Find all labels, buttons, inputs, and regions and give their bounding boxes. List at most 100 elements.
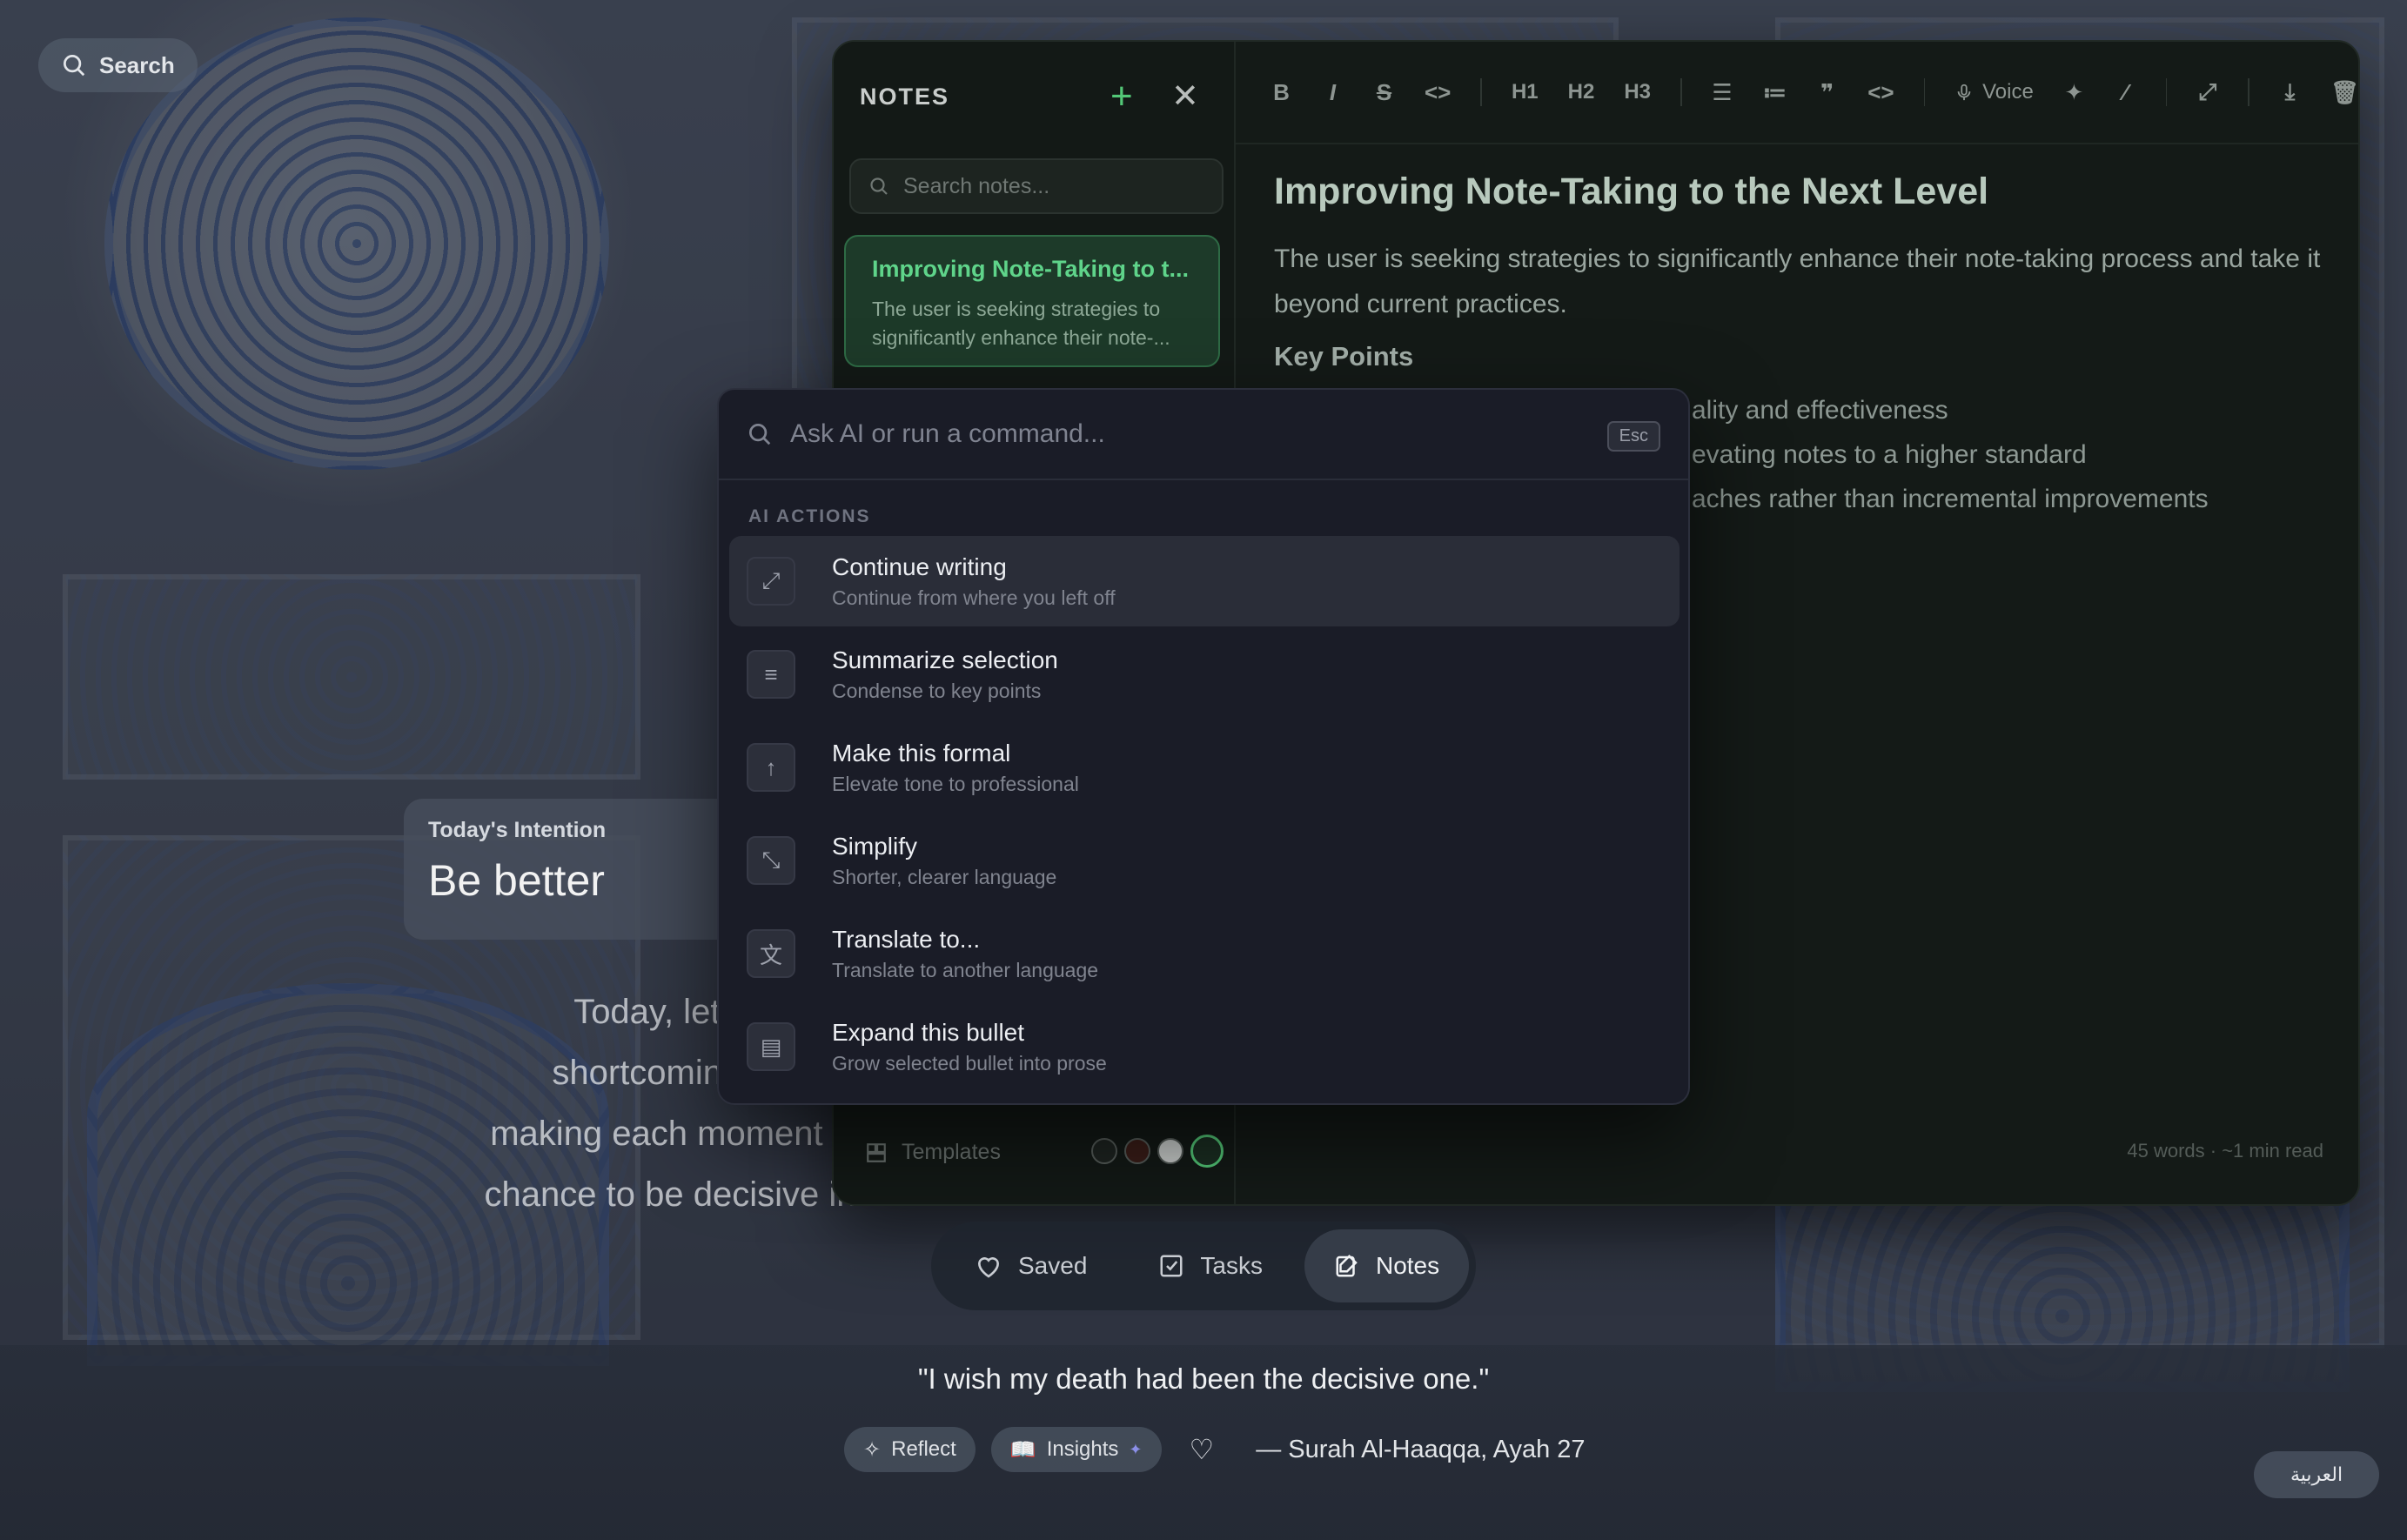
magic-wand-icon[interactable]: ⁄ xyxy=(2115,79,2136,106)
toolbar-divider xyxy=(1480,78,1482,106)
toolbar-divider xyxy=(2248,78,2249,106)
bottom-tab-bar: Saved Tasks Notes xyxy=(931,1222,1476,1310)
action-summarize-selection[interactable]: ≡ Summarize selection Condense to key po… xyxy=(729,629,1680,720)
code-block-icon[interactable]: <> xyxy=(1867,79,1894,106)
action-make-formal[interactable]: ↑ Make this formal Elevate tone to profe… xyxy=(729,722,1680,813)
reflect-button[interactable]: ✧ Reflect xyxy=(844,1427,976,1472)
toolbar-divider xyxy=(2165,78,2168,106)
heading3-button[interactable]: H3 xyxy=(1624,80,1651,104)
command-input[interactable]: Ask AI or run a command... xyxy=(719,390,1688,480)
expand-arrows-icon: ⤢ xyxy=(747,557,795,606)
word-count: 45 words · ~1 min read xyxy=(2127,1140,2323,1162)
command-placeholder: Ask AI or run a command... xyxy=(790,419,1105,448)
note-color-picker xyxy=(1091,1135,1224,1168)
tab-label: Tasks xyxy=(1200,1252,1263,1279)
language-toggle-button[interactable]: العربية xyxy=(2254,1451,2379,1498)
action-subtitle: Continue from where you left off xyxy=(832,586,1116,609)
document-icon: ▤ xyxy=(747,1022,795,1071)
download-icon[interactable]: ⤓ xyxy=(2279,78,2301,106)
action-subtitle: Translate to another language xyxy=(832,958,1099,981)
ai-actions-heading: AI ACTIONS xyxy=(748,506,871,526)
voice-label: Voice xyxy=(1982,80,2034,104)
heart-icon: ♡ xyxy=(1189,1434,1215,1465)
notes-edit-icon xyxy=(1336,1254,1358,1277)
note-bullet-text: ality and effectiveness xyxy=(1692,396,1948,425)
arrow-up-icon: ↑ xyxy=(747,743,795,792)
action-title: Translate to... xyxy=(832,925,981,953)
heading2-button[interactable]: H2 xyxy=(1568,80,1595,104)
action-subtitle: Grow selected bullet into prose xyxy=(832,1051,1107,1075)
notes-sidebar-title: NOTES xyxy=(860,84,950,110)
note-subheading[interactable]: Key Points xyxy=(1274,341,1413,372)
heart-icon xyxy=(977,1257,1000,1278)
templates-icon xyxy=(867,1142,886,1162)
tab-tasks[interactable]: Tasks xyxy=(1129,1229,1292,1302)
tab-saved[interactable]: Saved xyxy=(945,1229,1116,1302)
insights-label: Insights xyxy=(1046,1437,1119,1461)
color-dot[interactable] xyxy=(1091,1138,1117,1164)
templates-button[interactable]: Templates xyxy=(865,1140,1001,1165)
action-title: Simplify xyxy=(832,832,918,860)
action-continue-writing[interactable]: ⤢ Continue writing Continue from where y… xyxy=(729,536,1680,626)
new-note-button[interactable]: + xyxy=(1110,75,1133,118)
trash-icon[interactable]: 🗑 xyxy=(2330,79,2358,106)
strikethrough-button[interactable]: S xyxy=(1373,79,1395,106)
inline-code-button[interactable]: <> xyxy=(1425,79,1451,106)
note-bullet-text: aches rather than incremental improvemen… xyxy=(1692,485,2209,513)
favorite-verse-button[interactable]: ♡ xyxy=(1177,1433,1227,1466)
quote-icon[interactable]: ❞ xyxy=(1816,79,1838,106)
verse-reference: — Surah Al-Haaqqa, Ayah 27 xyxy=(1256,1435,1586,1463)
action-title: Continue writing xyxy=(832,552,1007,580)
note-list-item[interactable]: Improving Note-Taking to t... The user i… xyxy=(844,235,1220,367)
checkbox-icon xyxy=(1160,1255,1183,1277)
note-title: Improving Note-Taking to t... xyxy=(872,256,1189,282)
color-dot-selected[interactable] xyxy=(1190,1135,1224,1168)
note-snippet: The user is seeking strategies to signif… xyxy=(872,298,1170,349)
action-title: Expand this bullet xyxy=(832,1018,1025,1046)
ai-actions-list: ⤢ Continue writing Continue from where y… xyxy=(729,536,1680,1095)
heading1-button[interactable]: H1 xyxy=(1512,80,1539,104)
action-subtitle: Elevate tone to professional xyxy=(832,772,1079,795)
toolbar-divider xyxy=(1923,78,1926,106)
color-dot[interactable] xyxy=(1124,1138,1150,1164)
italic-button[interactable]: I xyxy=(1322,79,1344,106)
notes-search-placeholder: Search notes... xyxy=(903,173,1050,198)
voice-button[interactable]: Voice xyxy=(1954,80,2034,104)
search-button[interactable]: Search xyxy=(38,38,198,92)
search-icon xyxy=(64,55,85,77)
microphone-icon xyxy=(1957,84,1971,101)
bullet-list-icon[interactable]: ☰ xyxy=(1712,79,1733,106)
action-subtitle: Condense to key points xyxy=(832,679,1042,702)
collapse-arrows-icon: ⤡ xyxy=(747,836,795,885)
search-icon xyxy=(749,424,771,445)
lines-icon: ≡ xyxy=(747,650,795,699)
esc-key-badge[interactable]: Esc xyxy=(1606,421,1660,452)
note-paragraph[interactable]: The user is seeking strategies to signif… xyxy=(1274,237,2344,327)
search-label: Search xyxy=(99,51,175,78)
note-title-heading[interactable]: Improving Note-Taking to the Next Level xyxy=(1274,171,1988,213)
note-bullet-text: evating notes to a higher standard xyxy=(1692,440,2087,469)
editor-toolbar: B I S <> H1 H2 H3 ☰ ≔ ❞ <> Voice ✦ ⁄ ⤢ ⤓… xyxy=(1236,42,2358,144)
close-notes-button[interactable]: ✕ xyxy=(1171,77,1199,116)
action-simplify[interactable]: ⤡ Simplify Shorter, clearer language xyxy=(729,815,1680,906)
numbered-list-icon[interactable]: ≔ xyxy=(1763,79,1787,106)
command-palette: Ask AI or run a command... Esc AI ACTION… xyxy=(717,388,1690,1105)
sparkle-icon[interactable]: ✦ xyxy=(2063,79,2085,106)
intention-label: Today's Intention xyxy=(428,818,607,842)
color-dot[interactable] xyxy=(1157,1138,1183,1164)
action-expand-bullet[interactable]: ▤ Expand this bullet Grow selected bulle… xyxy=(729,1001,1680,1092)
intention-card[interactable]: Today's Intention Be better xyxy=(404,799,752,940)
templates-label: Templates xyxy=(902,1140,1001,1164)
bold-button[interactable]: B xyxy=(1271,79,1292,106)
insights-button[interactable]: 📖 Insights ✦ xyxy=(990,1427,1162,1472)
notes-search-input[interactable]: Search notes... xyxy=(849,158,1224,214)
toolbar-divider xyxy=(1680,78,1682,106)
translate-icon: 文 xyxy=(747,929,795,978)
tab-label: Saved xyxy=(1018,1252,1088,1279)
tab-label: Notes xyxy=(1375,1252,1440,1279)
action-title: Summarize selection xyxy=(832,646,1058,673)
action-translate[interactable]: 文 Translate to... Translate to another l… xyxy=(729,908,1680,999)
action-title: Make this formal xyxy=(832,739,1011,767)
expand-icon[interactable]: ⤢ xyxy=(2196,78,2218,106)
tab-notes[interactable]: Notes xyxy=(1304,1229,1470,1302)
